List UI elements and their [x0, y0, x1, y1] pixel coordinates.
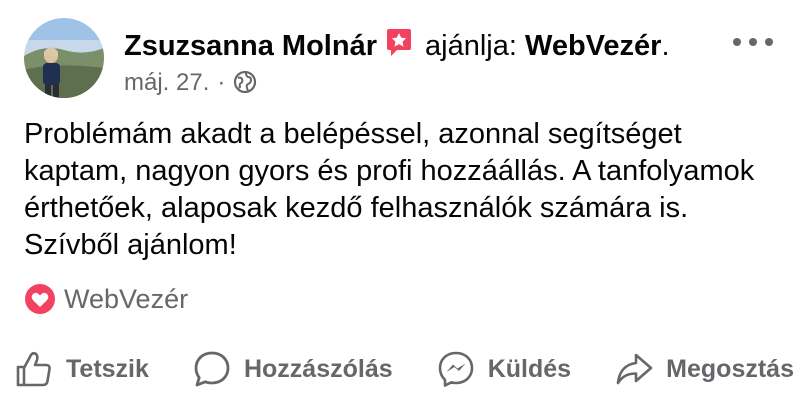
comment-icon: [194, 351, 230, 387]
meta-separator: ·: [217, 69, 226, 96]
like-button[interactable]: Tetszik: [14, 349, 149, 389]
send-label: Küldés: [487, 354, 572, 383]
globe-icon[interactable]: [233, 70, 257, 94]
post-meta: máj. 27. ·: [124, 68, 257, 98]
action-bar: Tetszik Hozzászólás Küldés Megosztás: [14, 346, 794, 392]
page-name-link[interactable]: WebVezér: [525, 30, 661, 62]
messenger-icon: [438, 351, 474, 387]
comment-label: Hozzászólás: [243, 354, 393, 383]
recommendation-row[interactable]: WebVezér: [24, 282, 188, 316]
page-suffix: .: [661, 30, 670, 62]
recommends-verb: ajánlja:: [425, 30, 517, 62]
author-name[interactable]: Zsuzsanna Molnár: [124, 30, 377, 62]
send-button[interactable]: Küldés: [436, 349, 571, 389]
post-text: Problémám akadt a belépéssel, azonnal se…: [24, 118, 755, 261]
comment-button[interactable]: Hozzászólás: [192, 349, 393, 389]
like-label: Tetszik: [66, 354, 149, 383]
share-icon: [616, 353, 653, 385]
heart-icon: [25, 284, 55, 314]
share-label: Megosztás: [666, 354, 794, 383]
post-date[interactable]: máj. 27.: [124, 69, 209, 96]
author-line: Zsuzsanna Molnár ajánlja: WebVezér.: [124, 26, 670, 64]
post-header: Zsuzsanna Molnár ajánlja: WebVezér. máj.…: [24, 18, 784, 102]
share-button[interactable]: Megosztás: [614, 349, 794, 389]
recommendation-page-label: WebVezér: [64, 283, 189, 314]
more-options-icon[interactable]: [730, 32, 776, 52]
thumbs-up-icon: [16, 351, 51, 387]
recommendation-badge-icon: [387, 29, 411, 56]
avatar[interactable]: [24, 18, 104, 98]
